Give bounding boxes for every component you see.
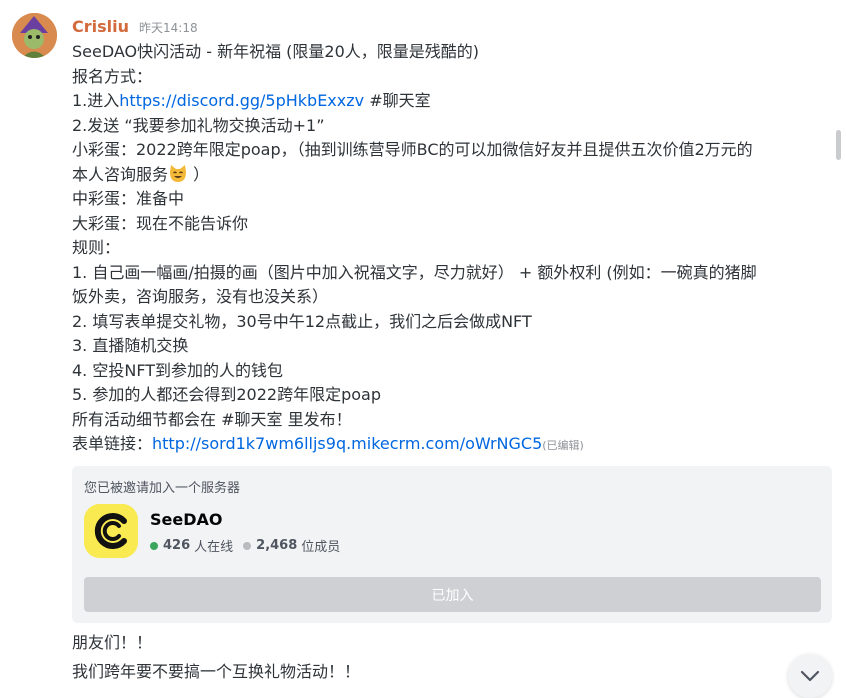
message-content: SeeDAO快闪活动 - 新年祝福 (限量20人，限量是残酷的) 报名方式： 1… — [72, 40, 832, 459]
online-dot-icon — [150, 541, 158, 550]
online-label: 人在线 — [194, 540, 234, 555]
form-line: 表单链接：http://sord1k7wm6lljs9q.mikecrm.com… — [72, 432, 832, 459]
form-label: 表单链接： — [72, 434, 153, 453]
rules-heading: 规则： — [72, 238, 121, 257]
medium-egg: 中彩蛋：准备中 — [72, 189, 185, 208]
username[interactable]: Crisliu — [72, 17, 129, 36]
server-name[interactable]: SeeDAO — [150, 510, 223, 529]
step-1: 1.进入https://discord.gg/5pHkbExxzv #聊天室 — [72, 89, 832, 114]
small-egg-line-1: 小彩蛋：2022跨年限定poap，（抽到训练营导师BC的可以加微信好友并且提供五… — [72, 140, 753, 159]
followup-messages: 朋友们！！ 我们跨年要不要搞一个互换礼物活动！！ — [72, 628, 360, 686]
message-header: Crisliu 昨天14:18 — [72, 17, 198, 41]
details-line: 所有活动细节都会在 #聊天室 里发布！ — [72, 409, 352, 429]
jump-to-bottom-button[interactable] — [788, 654, 832, 698]
server-invite-card: 您已被邀请加入一个服务器 SeeDAO 426 人在线 2,468 位成员 已加… — [72, 466, 832, 623]
small-egg-line-2: 本人咨询服务 ） — [72, 163, 832, 188]
followup-message-2: 我们跨年要不要搞一个互换礼物活动！！ — [72, 662, 361, 681]
followup-message-1: 朋友们！！ — [72, 633, 153, 652]
step-1-prefix: 1.进入 — [72, 91, 120, 110]
cat-smile-emoji-icon — [168, 164, 188, 184]
chevron-down-icon — [800, 670, 820, 682]
rule-4: 4. 空投NFT到参加的人的钱包 — [72, 360, 284, 380]
discord-invite-link[interactable]: https://discord.gg/5pHkbExxzv — [119, 91, 364, 110]
rule-5: 5. 参加的人都还会得到2022跨年限定poap — [72, 385, 381, 404]
edited-label: (已编辑) — [542, 439, 584, 452]
rule-1-line-2: 饭外卖，咨询服务，没有也没关系） — [72, 287, 329, 306]
big-egg: 大彩蛋：现在不能告诉你 — [72, 213, 249, 233]
scrollbar-thumb[interactable] — [836, 130, 841, 160]
step-2: 2.发送 “我要参加礼物交换活动+1” — [72, 115, 325, 135]
step-1-suffix: #聊天室 — [364, 91, 431, 110]
user-avatar[interactable] — [12, 13, 57, 58]
member-count: 2,468 — [256, 538, 298, 553]
rule-3: 3. 直播随机交换 — [72, 336, 189, 355]
joined-button[interactable]: 已加入 — [84, 577, 821, 612]
member-label: 位成员 — [301, 540, 341, 555]
server-icon[interactable] — [84, 504, 138, 558]
server-stats: 426 人在线 2,468 位成员 — [150, 536, 340, 555]
message-title: SeeDAO快闪活动 - 新年祝福 (限量20人，限量是残酷的) — [72, 42, 480, 61]
online-count: 426 — [163, 538, 191, 553]
form-link[interactable]: http://sord1k7wm6lljs9q.mikecrm.com/oWrN… — [152, 434, 542, 453]
invite-title: 您已被邀请加入一个服务器 — [84, 481, 241, 496]
rule-2: 2. 填写表单提交礼物，30号中午12点截止，我们之后会做成NFT — [72, 311, 532, 331]
rule-1-line-1: 1. 自己画一幅画/拍摄的画（图片中加入祝福文字，尽力就好） + 额外权利 (例… — [72, 262, 757, 282]
small-egg-line-2-close: ） — [188, 164, 210, 184]
members-dot-icon — [243, 541, 252, 550]
timestamp: 昨天14:18 — [139, 21, 198, 35]
signup-heading: 报名方式： — [72, 66, 153, 86]
small-egg-line-2-text: 本人咨询服务 — [72, 164, 169, 184]
